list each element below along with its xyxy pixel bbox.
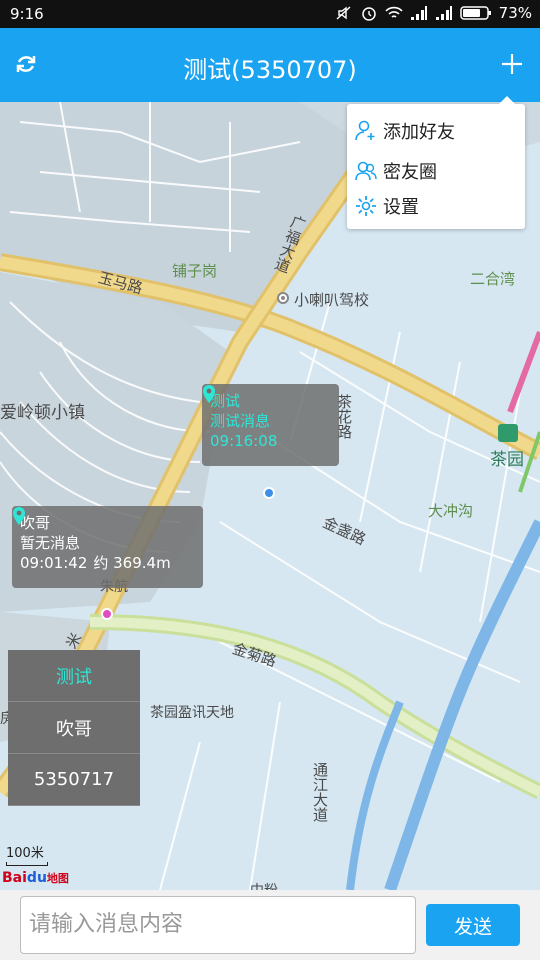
marker-info-chuige[interactable]: 吹哥 暂无消息 09:01:42 约 369.4m (12, 506, 203, 588)
battery-icon (459, 6, 491, 20)
gear-icon (356, 196, 376, 216)
map-scale-label: 100米 (6, 846, 44, 861)
menu-item-label: 添加好友 (383, 122, 455, 143)
marker-info-name: 吹哥 (20, 514, 51, 532)
menu-item-settings[interactable]: 设置 (355, 193, 419, 219)
map-label-puzigang: 铺子岗 (172, 262, 218, 280)
marker-dot-chuige[interactable] (101, 608, 113, 620)
friend-list-item-5350717[interactable]: 5350717 (8, 754, 140, 806)
friend-list-item-chuige[interactable]: 吹哥 (8, 702, 140, 754)
alarm-icon (361, 7, 376, 21)
marker-info-distance: 约 369.4m (93, 554, 171, 572)
location-pin-icon (13, 507, 25, 525)
menu-item-label: 密友圈 (383, 162, 437, 183)
status-bar: 9:16 73% (0, 0, 540, 28)
map-label-dachonggou: 大冲沟 (428, 502, 474, 520)
map-label-zhongfen: 中粉 (250, 880, 278, 890)
map-label-alingdun: 爱岭顿小镇 (0, 403, 85, 423)
friend-list-item-test[interactable]: 测试 (8, 650, 140, 702)
friends-icon (355, 161, 377, 181)
status-time: 9:16 (10, 5, 44, 23)
mute-icon (336, 6, 351, 20)
menu-item-add-friend[interactable]: 添加好友 (355, 118, 455, 144)
add-user-icon (355, 120, 375, 141)
map-label-erhewan: 二合湾 (470, 270, 516, 288)
message-composer: 请输入消息内容 发送 (0, 890, 540, 960)
map-scale: 100米 (6, 842, 48, 866)
map-label-tongjiang-road: 通江大道 (311, 762, 329, 822)
marker-info-message: 暂无消息 (20, 534, 81, 552)
status-icons: 73% (335, 4, 532, 22)
send-button[interactable]: 发送 (426, 904, 520, 946)
message-input[interactable]: 请输入消息内容 (20, 896, 416, 954)
baidu-map-logo: Baidu地图 (2, 870, 69, 886)
map-label-chayuan-station: 茶园 (490, 450, 524, 470)
menu-item-label: 设置 (383, 197, 419, 218)
menu-item-friend-circle[interactable]: 密友圈 (355, 158, 437, 184)
signal-icon-2 (435, 6, 452, 20)
friend-list: 测试 吹哥 5350717 (8, 650, 140, 806)
menu-arrow (499, 96, 515, 104)
battery-percent: 73% (498, 4, 532, 22)
overflow-menu: 添加好友 密友圈 设置 (347, 96, 525, 229)
plus-icon[interactable] (496, 48, 528, 80)
location-pin-icon (203, 385, 215, 403)
signal-icon (410, 6, 427, 20)
marker-info-test[interactable]: 测试 测试消息 09:16:08 (202, 384, 339, 466)
marker-info-name: 测试 (210, 392, 241, 410)
map-scale-bar (6, 862, 48, 866)
map-label-xiaolaba: 小喇叭驾校 (294, 291, 370, 309)
page-title: 测试(5350707) (183, 56, 357, 84)
marker-info-time: 09:16:08 (210, 432, 278, 450)
marker-dot-test[interactable] (263, 487, 275, 499)
marker-info-message: 测试消息 (210, 412, 271, 430)
app-bar: 测试(5350707) (0, 28, 540, 102)
marker-info-time: 09:01:42 (20, 554, 88, 572)
wifi-icon (385, 6, 403, 18)
map-label-chayuan-yingxun: 茶园盈讯天地 (150, 705, 234, 721)
